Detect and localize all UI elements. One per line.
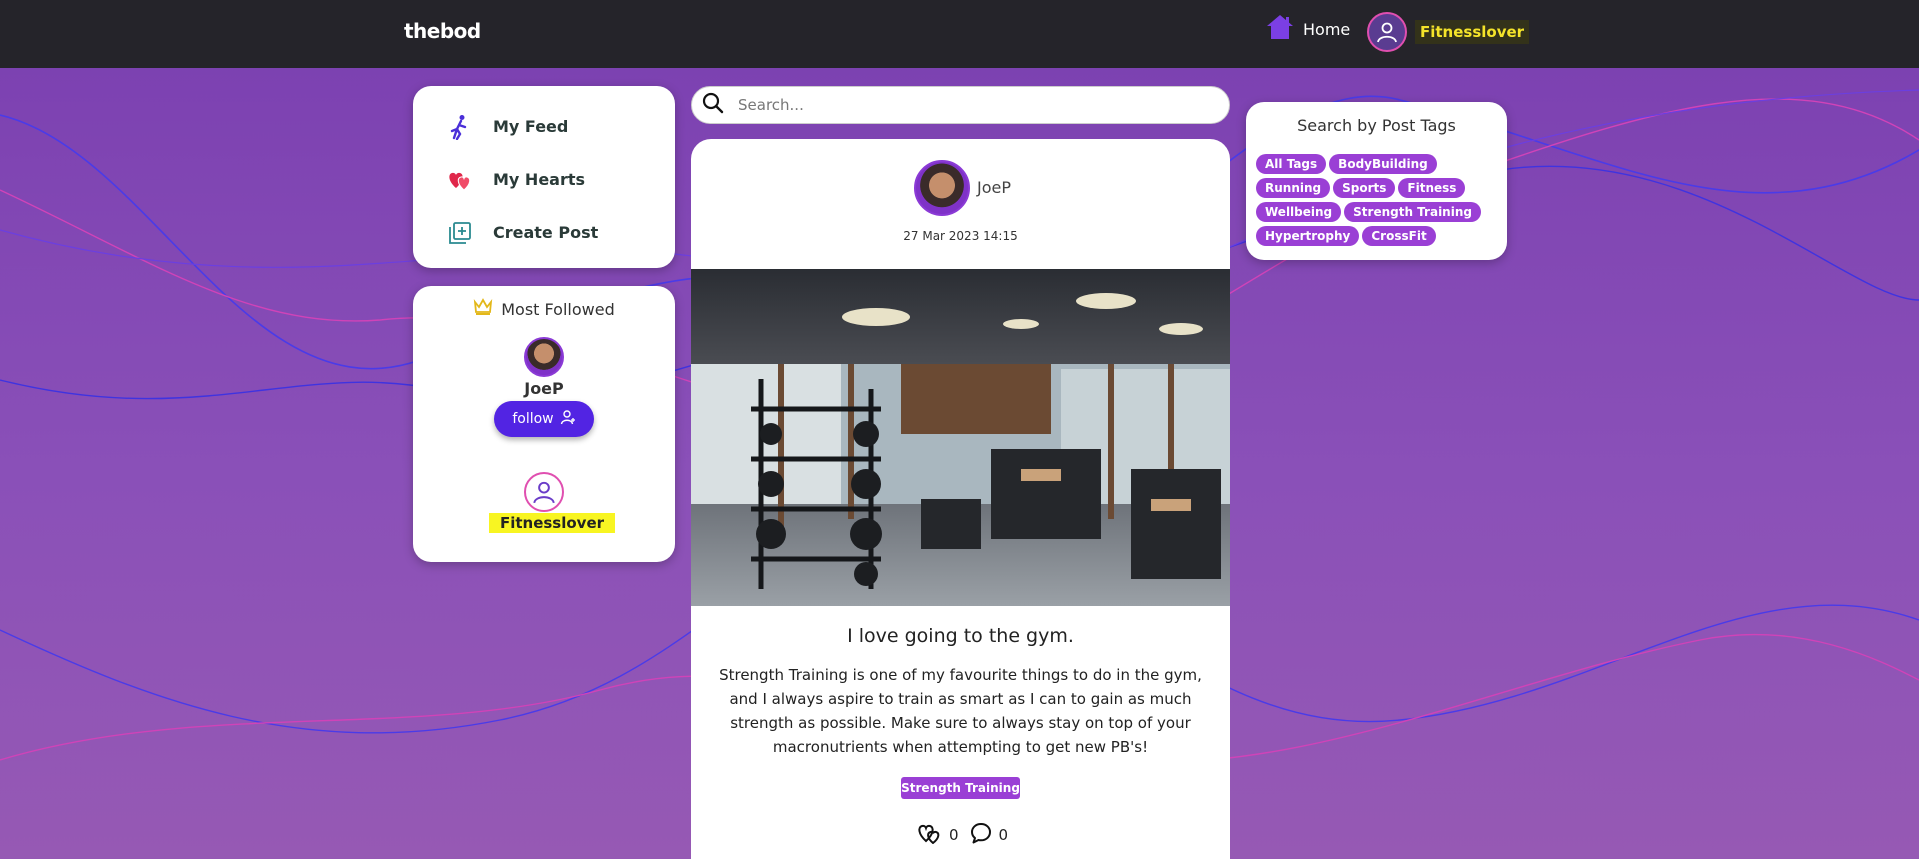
heart-icon — [917, 822, 943, 848]
most-followed-panel: Most Followed JoeP follow Fitnesslover — [413, 286, 675, 562]
menu-item-my-feed[interactable]: My Feed — [413, 100, 675, 153]
avatar[interactable] — [914, 160, 970, 216]
top-navbar: thebod Home Fitnesslover — [0, 0, 1919, 68]
post-body: Strength Training is one of my favourite… — [719, 666, 1202, 756]
search-input[interactable] — [738, 96, 1188, 114]
nav-username: Fitnesslover — [1415, 20, 1530, 44]
most-followed-username[interactable]: Fitnesslover — [489, 513, 615, 533]
menu-item-label: Create Post — [493, 223, 599, 242]
add-post-icon — [447, 220, 473, 246]
tag-chip[interactable]: Strength Training — [1344, 202, 1481, 222]
follow-button[interactable]: follow — [494, 401, 594, 437]
menu-item-create-post[interactable]: Create Post — [413, 206, 675, 259]
comment-icon — [969, 821, 993, 849]
most-followed-username[interactable]: JoeP — [413, 379, 675, 398]
menu-item-label: My Hearts — [493, 170, 586, 189]
tag-search-panel: Search by Post Tags All Tags BodyBuildin… — [1246, 102, 1507, 260]
most-followed-title: Most Followed — [501, 299, 615, 319]
tag-chip[interactable]: Hypertrophy — [1256, 226, 1360, 246]
side-menu: My Feed My Hearts Create Post — [413, 86, 675, 268]
search-icon[interactable] — [702, 92, 724, 118]
home-label: Home — [1303, 19, 1351, 39]
tag-chip[interactable]: Sports — [1333, 178, 1396, 198]
crown-icon — [473, 298, 493, 320]
follow-label: follow — [512, 411, 554, 427]
hearts-icon — [447, 167, 473, 193]
most-followed-heading: Most Followed — [413, 298, 675, 320]
user-avatar-icon — [1367, 12, 1407, 52]
home-icon — [1265, 13, 1295, 45]
menu-item-label: My Feed — [493, 117, 569, 136]
tag-chip[interactable]: Running — [1256, 178, 1331, 198]
heart-button[interactable]: 0 — [917, 822, 959, 848]
post-image — [691, 269, 1230, 606]
tag-list: All Tags BodyBuilding Running Sports Fit… — [1256, 154, 1496, 246]
avatar[interactable] — [524, 472, 564, 512]
post-stats: 0 0 — [917, 821, 1014, 849]
brand-logo[interactable]: thebod — [404, 19, 481, 43]
add-user-icon — [560, 409, 576, 429]
tag-chip[interactable]: BodyBuilding — [1329, 154, 1437, 174]
user-menu[interactable]: Fitnesslover — [1367, 12, 1530, 52]
post-card: JoeP 27 Mar 2023 14:15 I love going to t… — [691, 139, 1230, 859]
post-date: 27 Mar 2023 14:15 — [903, 229, 1018, 243]
post-title: I love going to the gym. — [847, 625, 1074, 647]
search-bar — [691, 86, 1230, 124]
hearts-count: 0 — [949, 826, 959, 844]
tag-chip[interactable]: All Tags — [1256, 154, 1327, 174]
post-tag[interactable]: Strength Training — [901, 777, 1020, 799]
tag-chip[interactable]: Fitness — [1398, 178, 1466, 198]
tag-search-title: Search by Post Tags — [1297, 116, 1456, 135]
comment-button[interactable]: 0 — [969, 821, 1009, 849]
tag-chip[interactable]: Wellbeing — [1256, 202, 1342, 222]
home-link[interactable]: Home — [1265, 14, 1350, 44]
menu-item-my-hearts[interactable]: My Hearts — [413, 153, 675, 206]
runner-icon — [447, 114, 473, 140]
post-author[interactable]: JoeP — [977, 178, 1011, 197]
avatar[interactable] — [524, 337, 564, 377]
comments-count: 0 — [998, 826, 1009, 844]
tag-chip[interactable]: CrossFit — [1362, 226, 1436, 246]
